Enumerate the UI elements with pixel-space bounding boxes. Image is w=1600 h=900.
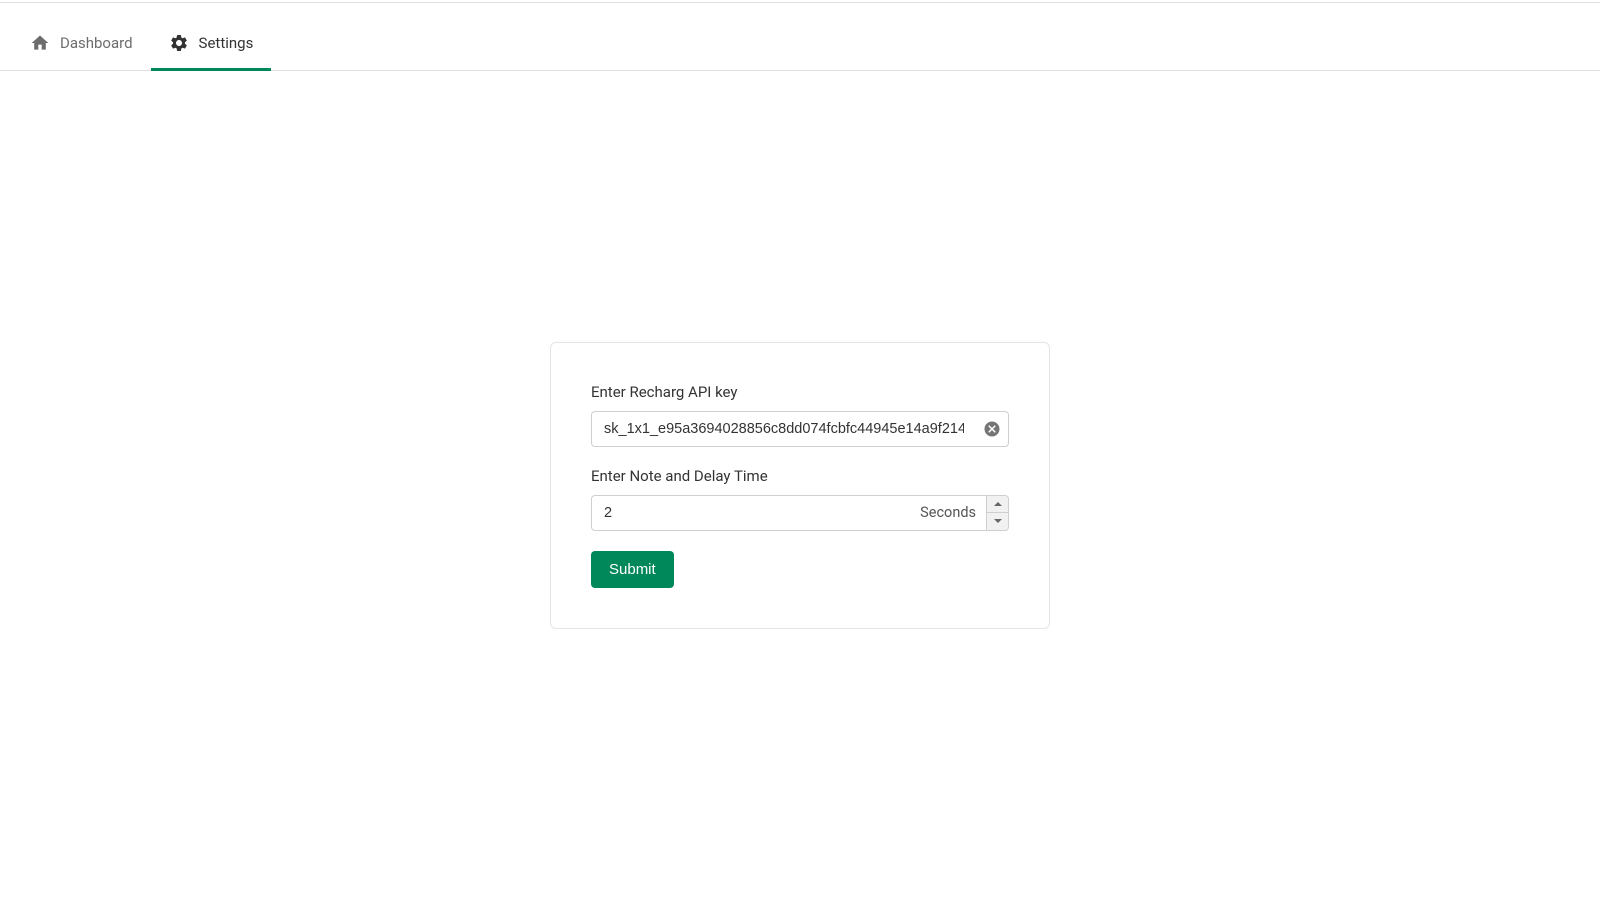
caret-up-icon [994,502,1002,506]
content-area: Enter Recharg API key Enter Note and Del… [0,71,1600,899]
api-key-input-wrapper [591,411,1009,447]
api-key-label: Enter Recharg API key [591,383,1009,401]
delay-label: Enter Note and Delay Time [591,467,1009,485]
delay-step-down-button[interactable] [987,513,1008,530]
tab-dashboard[interactable]: Dashboard [12,17,151,71]
submit-button[interactable]: Submit [591,551,674,588]
gear-icon [169,33,189,53]
settings-card: Enter Recharg API key Enter Note and Del… [550,342,1050,629]
home-icon [30,33,50,53]
delay-suffix: Seconds [920,496,986,530]
delay-group: Enter Note and Delay Time Seconds [591,467,1009,531]
delay-stepper [986,496,1008,530]
api-key-group: Enter Recharg API key [591,383,1009,447]
top-divider [0,0,1600,3]
delay-step-up-button[interactable] [987,496,1008,514]
tab-dashboard-label: Dashboard [60,34,133,52]
tab-settings[interactable]: Settings [151,17,272,71]
tab-settings-label: Settings [199,34,254,52]
delay-input-wrapper: Seconds [591,495,1009,531]
clear-api-key-button[interactable] [976,412,1008,446]
tabs-nav: Dashboard Settings [0,17,1600,71]
api-key-input[interactable] [592,412,976,446]
cancel-circle-icon [983,420,1001,438]
delay-input[interactable] [592,496,920,530]
caret-down-icon [994,519,1002,523]
